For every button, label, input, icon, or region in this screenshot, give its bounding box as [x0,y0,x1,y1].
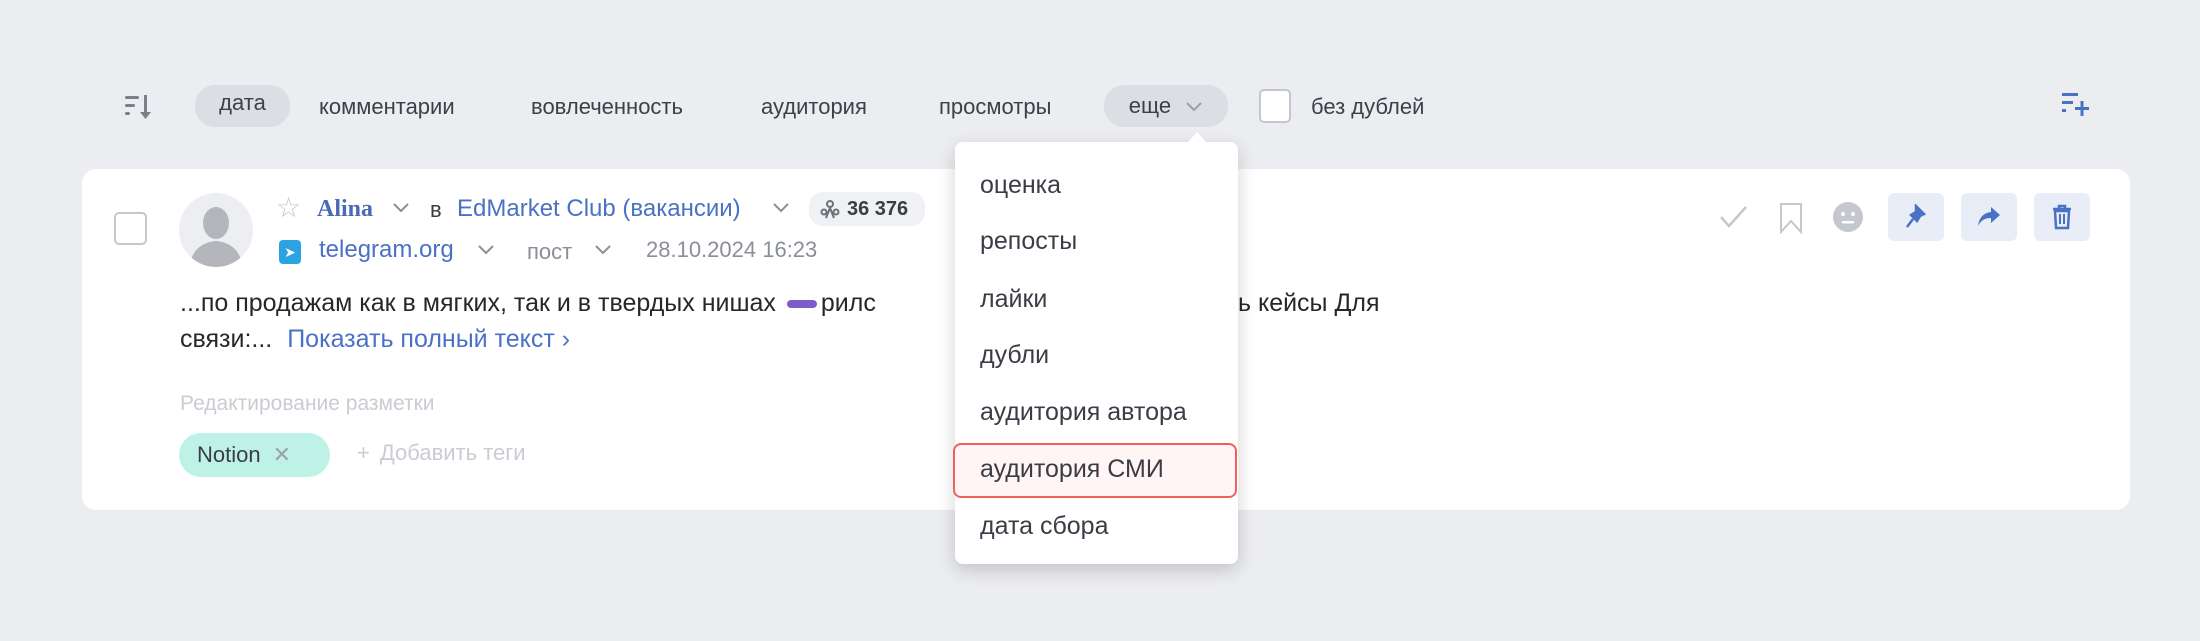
chevron-right-icon[interactable]: › [555,325,570,353]
more-sort-button[interactable]: еще [1104,85,1228,127]
dropdown-item-media-audience[interactable]: аудитория СМИ [980,449,1164,489]
platform-link[interactable]: telegram.org [319,236,454,264]
dropdown-item-collection-date[interactable]: дата сбора [980,506,1109,546]
dropdown-item-rating[interactable]: оценка [980,165,1061,205]
author-name[interactable]: Alina [317,196,373,223]
post-text-start: ...по продажам как в мягких, так и в тве… [180,289,776,317]
share-button[interactable] [1961,193,2017,241]
source-chevron-icon[interactable] [772,202,790,214]
list-add-icon [2062,93,2089,116]
sort-option-engagement[interactable]: вовлеченность [531,89,683,125]
sort-option-views[interactable]: просмотры [939,89,1051,125]
no-duplicates-checkbox[interactable] [1259,89,1291,123]
add-tags-button[interactable]: + Добавить теги [357,440,526,466]
author-chevron-icon[interactable] [392,202,410,214]
add-list-button[interactable] [2060,90,2092,120]
user-silhouette-icon [189,207,243,267]
more-label: еще [1128,93,1172,118]
check-icon[interactable] [1718,203,1750,231]
audience-badge: 36 376 [809,192,925,226]
remove-tag-icon[interactable]: ✕ [273,442,291,468]
post-type[interactable]: пост [527,239,572,265]
dropdown-item-duplicates[interactable]: дубли [980,335,1049,375]
share-arrow-icon [1978,207,2000,226]
dropdown-item-reposts[interactable]: репосты [980,221,1077,261]
dropdown-pointer [1187,132,1207,143]
in-label: в [430,197,442,222]
neutral-face-icon[interactable] [1832,201,1864,233]
post-datetime: 28.10.2024 16:23 [646,237,818,262]
add-tags-label: Добавить теги [379,440,526,465]
source-link[interactable]: EdMarket Club (вакансии) [457,195,741,223]
post-type-chevron-icon[interactable] [594,244,612,256]
post-text-line2: связи:... Показать полный текст › [180,325,570,354]
post-select-checkbox[interactable] [114,212,147,245]
dropdown-item-author-audience[interactable]: аудитория автора [980,392,1187,432]
sort-option-label: дата [219,90,266,115]
chevron-down-icon [1186,102,1202,112]
sort-direction-button[interactable] [122,92,156,122]
bookmark-icon[interactable] [1776,202,1806,234]
audience-count: 36 376 [847,197,909,220]
tag-label: Notion [197,442,261,467]
dropdown-item-likes[interactable]: лайки [980,279,1047,319]
people-icon [820,200,840,219]
post-text-mid: рилс [820,289,876,317]
pin-icon [1906,204,1927,228]
sort-option-comments[interactable]: комментарии [319,89,455,125]
pin-button[interactable] [1888,193,1944,241]
tag-chip[interactable]: Notion ✕ [179,433,330,477]
avatar[interactable] [179,193,253,267]
post-text-end: связи:... [180,325,273,353]
telegram-icon: ➤ [279,240,301,264]
trash-icon [2053,204,2071,230]
show-full-text-link[interactable]: Показать полный текст [287,325,555,353]
post-text-line1-end: ь кейсы Для [1238,289,1380,317]
plus-icon: + [357,440,370,465]
purple-emoji-bar-icon [786,300,817,309]
delete-button[interactable] [2034,193,2090,241]
sort-option-date[interactable]: дата [195,85,290,127]
favorite-star-icon[interactable]: ☆ [276,193,301,223]
markup-label: Редактирование разметки [180,392,435,415]
post-text-line1: ...по продажам как в мягких, так и в тве… [180,289,876,318]
no-duplicates-label[interactable]: без дублей [1311,89,1424,125]
platform-chevron-icon[interactable] [477,244,495,256]
sort-descending-icon [125,95,151,119]
sort-option-audience[interactable]: аудитория [761,89,867,125]
